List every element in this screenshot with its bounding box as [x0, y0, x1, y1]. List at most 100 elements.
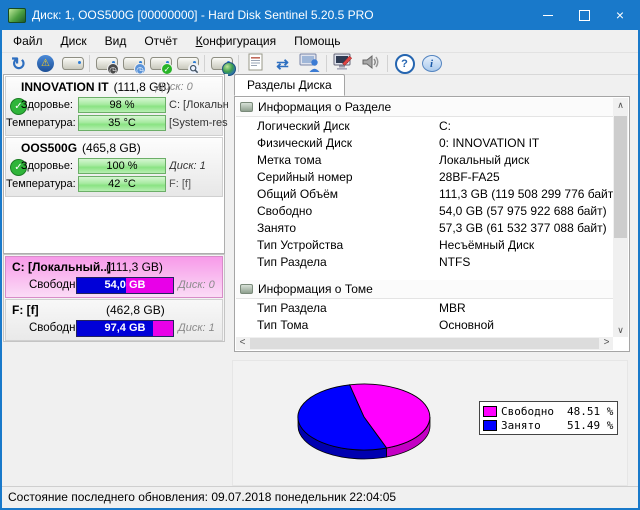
disk-title: OOS500G (465,8 GB) — [21, 141, 141, 155]
menu-bar: Файл Диск Вид Отчёт Конфигурация Помощь — [2, 30, 638, 52]
menu-item[interactable]: Конфигурация — [187, 30, 286, 52]
report-button[interactable] — [242, 53, 269, 74]
free-space-value: 97,4 GB — [104, 322, 146, 334]
free-space-value: 54,0 GB — [104, 279, 146, 291]
tab-strip: Разделы Диска — [230, 74, 638, 96]
free-label: Свободно — [29, 279, 82, 291]
section-header: Информация о Разделе — [236, 98, 613, 117]
clock-icon: ◷ — [107, 62, 119, 75]
section-header: Информация о Томе — [236, 280, 613, 299]
temperature-bar: 42 °C — [78, 176, 166, 192]
status-bar: Состояние последнего обновления: 09.07.2… — [2, 486, 638, 508]
health-bar: 100 % — [78, 158, 166, 174]
health-bar: 98 % — [78, 97, 166, 113]
menu-item[interactable]: Файл — [4, 30, 52, 52]
info-button[interactable]: i — [418, 54, 445, 74]
minimize-icon — [543, 14, 553, 16]
health-label: Здоровье: — [20, 160, 73, 172]
partition-item-f[interactable]: F: [f] (462,8 GB) Свободно 97,4 GB Диск:… — [5, 299, 223, 341]
temperature-label: Температура: — [6, 117, 76, 129]
refresh-icon: ↻ — [10, 53, 27, 74]
info-row: Общий Объём 111,3 GB (119 508 299 776 бай… — [257, 186, 613, 201]
health-label: Здоровье: — [20, 99, 73, 111]
disk-item-1[interactable]: OOS500G (465,8 GB) ✓ Здоровье: 100 % Диск… — [5, 137, 223, 197]
scroll-right-icon[interactable]: > — [600, 337, 613, 350]
chart-legend: Свободно 48.51 % Занято 51.49 % — [479, 401, 619, 435]
scroll-down-icon[interactable]: ∨ — [613, 323, 628, 337]
info-row: Тип Устройства Несъёмный Диск — [257, 237, 535, 252]
info-list: Информация о Разделе Логический Диск C: Физ… — [236, 98, 613, 337]
free-space-bar: 97,4 GB — [76, 320, 174, 337]
section-icon — [240, 284, 253, 294]
toolbar-separator — [238, 55, 239, 72]
section-icon — [240, 102, 253, 112]
scrollbar-thumb[interactable] — [250, 338, 599, 349]
legend-label: Занято — [501, 418, 541, 432]
menu-item[interactable]: Диск — [52, 30, 96, 52]
alert-button[interactable]: ⚠ — [32, 54, 59, 74]
close-button[interactable]: × — [602, 0, 638, 30]
left-panel: INNOVATION IT (111,8 GB) Диск: 0 ✓ Здоров… — [2, 74, 228, 487]
info-row: Занято 57,3 GB (61 532 377 088 байт) — [257, 220, 607, 235]
minimize-button[interactable] — [530, 0, 566, 30]
disk-schedule-button[interactable]: ◷ — [120, 54, 147, 75]
window-controls: × — [530, 0, 638, 30]
partition-size: (111,3 GB) — [106, 260, 163, 274]
legend-value: 48.51 % — [567, 404, 614, 418]
partition-item-c[interactable]: C: [Локальный..] (111,3 GB) Свободно 54,… — [5, 256, 223, 298]
info-row: Логический Диск C: — [257, 118, 451, 133]
help-icon: ? — [394, 53, 415, 74]
info-row: Физический Диск 0: INNOVATION IT — [257, 135, 540, 150]
menu-item[interactable]: Вид — [96, 30, 136, 52]
tab-disk-partitions[interactable]: Разделы Диска — [234, 74, 345, 96]
temperature-bar: 35 °C — [78, 115, 166, 131]
remote-computer-button[interactable] — [296, 53, 323, 75]
menu-item[interactable]: Помощь — [285, 30, 349, 52]
free-label: Свободно — [29, 322, 82, 334]
disk-title: INNOVATION IT (111,8 GB) — [21, 80, 170, 94]
menu-item[interactable]: Отчёт — [135, 30, 186, 52]
toolbar: ↻ ⚠ ◷ ◷ ✓ ⇄ ? i — [2, 52, 638, 76]
legend-value: 51.49 % — [567, 418, 614, 432]
disk-item-0[interactable]: INNOVATION IT (111,8 GB) Диск: 0 ✓ Здоров… — [5, 76, 228, 136]
close-icon: × — [615, 7, 625, 23]
report-icon — [248, 53, 263, 74]
disk-history-button[interactable]: ◷ — [93, 54, 120, 75]
disk-button[interactable] — [59, 54, 86, 74]
sync-button[interactable]: ⇄ — [269, 54, 296, 74]
disk-number: Диск: 1 — [178, 322, 215, 334]
toolbar-separator — [326, 55, 327, 72]
remote-computer-icon — [299, 53, 321, 75]
temperature-label: Температура: — [6, 178, 76, 190]
partition-ref: F: [f] — [169, 178, 191, 190]
toolbar-separator — [387, 55, 388, 72]
maximize-button[interactable] — [566, 0, 602, 30]
help-button[interactable]: ? — [391, 53, 418, 74]
sound-button[interactable] — [357, 54, 384, 74]
info-row: Тип Раздела MBR — [257, 300, 466, 315]
partition-info-panel: Информация о Разделе Логический Диск C: Физ… — [234, 96, 630, 352]
info-row: Свободно 54,0 GB (57 975 922 688 байт) — [257, 203, 607, 218]
disk-number: Диск: 1 — [169, 160, 206, 172]
disk-name: INNOVATION IT — [21, 80, 109, 94]
disk-size: (465,8 GB) — [82, 141, 141, 155]
disk-ok-button[interactable]: ✓ — [147, 54, 174, 75]
network-disk-button[interactable] — [208, 54, 236, 76]
display-settings-button[interactable] — [330, 53, 357, 74]
toolbar-separator — [89, 55, 90, 72]
info-icon: i — [421, 55, 442, 72]
free-swatch — [483, 405, 497, 417]
refresh-button[interactable]: ↻ — [5, 54, 32, 74]
disk-number: Диск: 0 — [156, 81, 193, 93]
window-title: Диск: 1, OOS500G [00000000] - Hard Disk … — [32, 8, 374, 22]
sound-icon — [361, 53, 381, 74]
scroll-up-icon[interactable]: ∧ — [613, 98, 628, 112]
disk-name: OOS500G — [21, 141, 78, 155]
scroll-left-icon[interactable]: < — [236, 337, 249, 350]
horizontal-scrollbar[interactable]: < > — [236, 337, 613, 350]
free-space-bar: 54,0 GB — [76, 277, 174, 294]
vertical-scrollbar[interactable]: ∧ ∨ — [613, 98, 628, 337]
disk-analyze-button[interactable] — [174, 54, 201, 75]
scrollbar-thumb[interactable] — [614, 116, 627, 238]
partition-size: (462,8 GB) — [106, 303, 165, 317]
